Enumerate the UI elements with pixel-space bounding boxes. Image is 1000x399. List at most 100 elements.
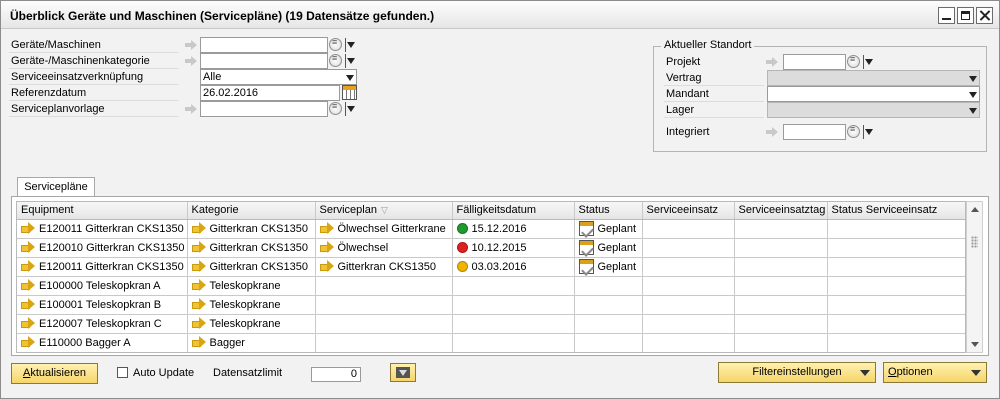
chooser-icon[interactable] xyxy=(847,54,860,68)
faelligkeit-cell[interactable] xyxy=(452,333,575,352)
kategorie-cell[interactable]: Teleskopkrane xyxy=(187,314,316,334)
filter-toggle-icon[interactable] xyxy=(390,363,416,382)
close-icon[interactable] xyxy=(976,7,993,24)
serviceplan-cell[interactable] xyxy=(315,276,453,296)
geraete-input[interactable] xyxy=(200,37,328,53)
status-cell[interactable] xyxy=(574,276,643,296)
serviceplan-cell[interactable]: Ölwechsel Gitterkrane xyxy=(315,219,453,239)
serviceplan-cell[interactable] xyxy=(315,295,453,315)
link-arrow-icon[interactable] xyxy=(185,104,198,114)
chevron-down-icon[interactable] xyxy=(863,125,873,139)
link-arrow-icon[interactable] xyxy=(21,241,35,253)
status-serviceeinsatz-cell[interactable] xyxy=(827,219,965,239)
sort-filter-icon[interactable]: ▽ xyxy=(381,205,388,215)
chooser-icon[interactable] xyxy=(329,53,342,67)
chevron-down-icon[interactable] xyxy=(863,55,873,69)
integriert-input[interactable] xyxy=(783,124,846,140)
calendar-icon[interactable] xyxy=(342,85,357,100)
serviceeinsatz-cell[interactable] xyxy=(642,219,735,239)
table-row[interactable]: E110000 Bagger A Bagger xyxy=(17,333,965,352)
serviceeinsatz-cell[interactable] xyxy=(642,238,735,258)
column-header-serviceeinsatz[interactable]: Serviceeinsatz xyxy=(642,202,735,220)
scroll-grip-icon[interactable] xyxy=(971,236,978,248)
chevron-down-icon[interactable] xyxy=(969,76,977,82)
verknuepfung-select[interactable]: Alle xyxy=(200,69,357,85)
status-serviceeinsatz-cell[interactable] xyxy=(827,333,965,352)
serviceeinsatztag-cell[interactable] xyxy=(734,219,828,239)
column-header-serviceplan[interactable]: Serviceplan ▽ xyxy=(315,202,453,220)
link-arrow-icon[interactable] xyxy=(21,260,35,272)
faelligkeit-cell[interactable]: 03.03.2016 xyxy=(452,257,575,277)
maximize-icon[interactable] xyxy=(957,7,974,24)
scroll-down-icon[interactable] xyxy=(967,337,982,352)
lager-select[interactable] xyxy=(767,102,980,118)
status-cell[interactable]: Geplant xyxy=(574,257,643,277)
link-arrow-icon[interactable] xyxy=(319,260,334,272)
chevron-down-icon[interactable] xyxy=(346,75,354,81)
equipment-cell[interactable]: E110000 Bagger A xyxy=(17,333,188,352)
chevron-down-icon[interactable] xyxy=(345,38,355,52)
link-arrow-icon[interactable] xyxy=(21,279,35,291)
vorlage-input[interactable] xyxy=(200,101,328,117)
equipment-cell[interactable]: E120010 Gitterkran CKS1350 xyxy=(17,238,188,258)
status-cell[interactable]: Geplant xyxy=(574,219,643,239)
link-arrow-icon[interactable] xyxy=(191,336,206,348)
minimize-icon[interactable] xyxy=(938,7,955,24)
title-bar[interactable]: Überblick Geräte und Maschinen (Servicep… xyxy=(1,1,999,29)
link-arrow-icon[interactable] xyxy=(319,222,334,234)
status-serviceeinsatz-cell[interactable] xyxy=(827,295,965,315)
status-cell[interactable]: Geplant xyxy=(574,238,643,258)
serviceplan-cell[interactable] xyxy=(315,333,453,352)
link-arrow-icon[interactable] xyxy=(191,260,206,272)
serviceplan-cell[interactable]: Gitterkran CKS1350 xyxy=(315,257,453,277)
equipment-cell[interactable]: E120011 Gitterkran CKS1350 xyxy=(17,219,188,239)
link-arrow-icon[interactable] xyxy=(766,127,779,137)
tab-serviceplaene[interactable]: Servicepläne xyxy=(17,177,95,197)
scroll-up-icon[interactable] xyxy=(967,202,982,217)
serviceeinsatztag-cell[interactable] xyxy=(734,257,828,277)
chevron-down-icon[interactable] xyxy=(345,102,355,116)
optionen-button[interactable]: Optionen xyxy=(883,362,987,383)
faelligkeit-cell[interactable]: 10.12.2015 xyxy=(452,238,575,258)
kategorie-cell[interactable]: Gitterkran CKS1350 xyxy=(187,219,316,239)
table-row[interactable]: E120007 Teleskopkran C Teleskopkrane xyxy=(17,314,965,334)
projekt-input[interactable] xyxy=(783,54,846,70)
chooser-icon[interactable] xyxy=(329,37,342,51)
serviceeinsatztag-cell[interactable] xyxy=(734,238,828,258)
column-header-status-serviceeinsatz[interactable]: Status Serviceeinsatz xyxy=(827,202,965,220)
faelligkeit-cell[interactable] xyxy=(452,314,575,334)
table-row[interactable]: E120011 Gitterkran CKS1350 Gitterkran CKS… xyxy=(17,219,965,239)
kategorie-cell[interactable]: Gitterkran CKS1350 xyxy=(187,257,316,277)
serviceeinsatz-cell[interactable] xyxy=(642,314,735,334)
chevron-down-icon[interactable] xyxy=(345,54,355,68)
status-serviceeinsatz-cell[interactable] xyxy=(827,276,965,296)
serviceeinsatz-cell[interactable] xyxy=(642,276,735,296)
filtereinstellungen-button[interactable]: Filtereinstellungen xyxy=(718,362,876,383)
chevron-down-icon[interactable] xyxy=(969,92,977,98)
link-arrow-icon[interactable] xyxy=(21,317,35,329)
chevron-down-icon[interactable] xyxy=(860,370,870,376)
link-arrow-icon[interactable] xyxy=(191,222,206,234)
link-arrow-icon[interactable] xyxy=(319,241,334,253)
chevron-down-icon[interactable] xyxy=(969,108,977,114)
link-arrow-icon[interactable] xyxy=(191,298,206,310)
table-row[interactable]: E120010 Gitterkran CKS1350 Gitterkran CKS… xyxy=(17,238,965,258)
link-arrow-icon[interactable] xyxy=(185,56,198,66)
serviceeinsatztag-cell[interactable] xyxy=(734,295,828,315)
link-arrow-icon[interactable] xyxy=(185,40,198,50)
column-header-serviceeinsatztag[interactable]: Serviceeinsatztag xyxy=(734,202,828,220)
table-row[interactable]: E100001 Teleskopkran B Teleskopkrane xyxy=(17,295,965,315)
status-cell[interactable] xyxy=(574,333,643,352)
faelligkeit-cell[interactable]: 15.12.2016 xyxy=(452,219,575,239)
serviceeinsatz-cell[interactable] xyxy=(642,295,735,315)
serviceplan-cell[interactable]: Ölwechsel xyxy=(315,238,453,258)
status-cell[interactable] xyxy=(574,295,643,315)
serviceeinsatz-cell[interactable] xyxy=(642,257,735,277)
serviceeinsatztag-cell[interactable] xyxy=(734,314,828,334)
chevron-down-icon[interactable] xyxy=(971,370,981,376)
link-arrow-icon[interactable] xyxy=(191,317,206,329)
faelligkeit-cell[interactable] xyxy=(452,276,575,296)
mandant-select[interactable] xyxy=(767,86,980,102)
column-header-faelligkeit[interactable]: Fälligkeitsdatum xyxy=(452,202,575,220)
status-cell[interactable] xyxy=(574,314,643,334)
